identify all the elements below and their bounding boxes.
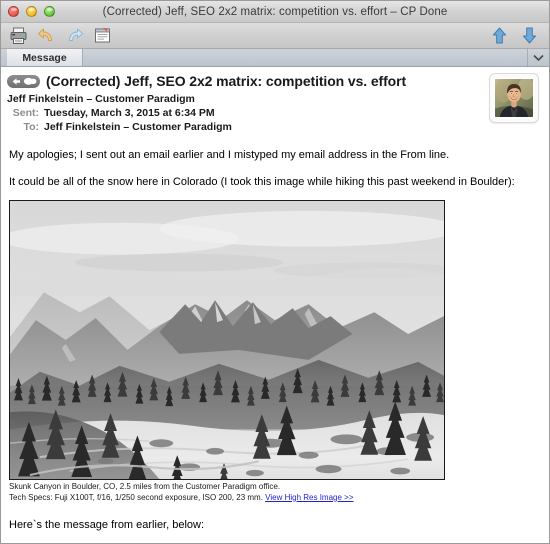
sent-label: Sent: [12,107,39,119]
body-paragraph-2: It could be all of the snow here in Colo… [9,175,515,188]
note-icon[interactable] [93,26,112,45]
window-titlebar: (Corrected) Jeff, SEO 2x2 matrix: compet… [1,1,549,23]
photo-caption-line-1: Skunk Canyon in Boulder, CO, 2.5 miles f… [9,481,281,491]
tab-strip: Message [1,49,549,67]
sent-value: Tuesday, March 3, 2015 at 6:34 PM [44,107,215,119]
avatar[interactable] [489,73,539,123]
body-paragraph-1: My apologies; I sent out an email earlie… [9,149,450,161]
landscape-photo[interactable] [9,199,445,480]
minimize-button[interactable] [26,6,37,17]
to-label: To: [23,121,39,133]
undo-icon[interactable] [37,26,56,45]
redo-icon[interactable] [65,26,84,45]
message-subject: (Corrected) Jeff, SEO 2x2 matrix: compet… [46,73,407,89]
replied-and-forwarded-badge [7,74,40,88]
message-body: My apologies; I sent out an email earlie… [1,148,549,534]
zoom-button[interactable] [44,6,55,17]
close-button[interactable] [8,6,19,17]
message-content: (Corrected) Jeff, SEO 2x2 matrix: compet… [1,67,549,543]
print-icon[interactable] [9,26,28,45]
tab-message[interactable]: Message [7,49,83,66]
photo-block: Skunk Canyon in Boulder, CO, 2.5 miles f… [9,199,541,504]
mail-message-window: (Corrected) Jeff, SEO 2x2 matrix: compet… [0,0,550,544]
previous-message-arrow-icon[interactable] [490,26,509,45]
next-message-arrow-icon[interactable] [520,26,539,45]
view-high-res-image-link[interactable]: View High Res Image >> [265,493,353,502]
window-title: (Corrected) Jeff, SEO 2x2 matrix: compet… [102,5,448,18]
tab-strip-filler [83,49,527,66]
message-header: (Corrected) Jeff, SEO 2x2 matrix: compet… [1,67,549,135]
tab-message-label: Message [22,51,67,64]
message-sender: Jeff Finkelstein – Customer Paradigm [7,93,195,105]
to-value: Jeff Finkelstein – Customer Paradigm [44,121,232,133]
chevron-down-icon[interactable] [527,49,549,66]
window-controls [1,6,55,17]
photo-caption-line-2-wrap: Tech Specs: Fuji X100T, f/16, 1/250 seco… [9,493,541,504]
photo-caption: Skunk Canyon in Boulder, CO, 2.5 miles f… [9,482,541,504]
avatar-image [494,78,534,118]
subject-row: (Corrected) Jeff, SEO 2x2 matrix: compet… [1,73,549,89]
body-paragraph-3: Here`s the message from earlier, below: [9,519,205,532]
sent-row: Sent: Tuesday, March 3, 2015 at 6:34 PM [1,107,549,119]
message-toolbar [1,23,549,49]
photo-caption-line-2: Tech Specs: Fuji X100T, f/16, 1/250 seco… [9,492,263,502]
to-row: To: Jeff Finkelstein – Customer Paradigm [1,121,549,133]
